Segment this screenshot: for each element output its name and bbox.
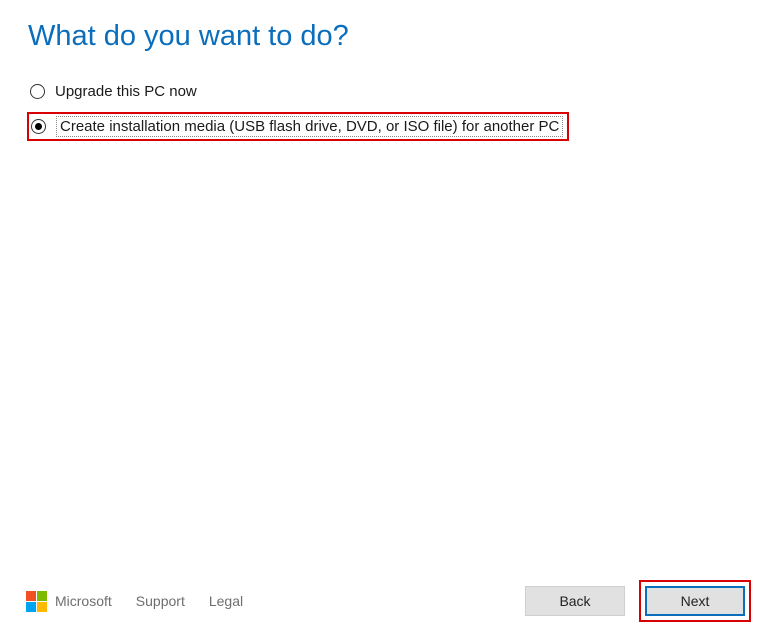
highlight-box: Next	[639, 580, 751, 622]
next-button[interactable]: Next	[645, 586, 745, 616]
option-upgrade[interactable]: Upgrade this PC now	[30, 77, 747, 106]
options-group: Upgrade this PC now Create installation …	[0, 77, 777, 147]
support-link[interactable]: Support	[136, 593, 185, 609]
highlight-box: Create installation media (USB flash dri…	[27, 112, 569, 141]
page-title: What do you want to do?	[0, 0, 777, 77]
radio-icon	[30, 84, 45, 99]
microsoft-logo-icon	[26, 591, 47, 612]
footer-bar: Microsoft Support Legal Back Next	[0, 580, 777, 622]
radio-selected-dot	[35, 123, 42, 130]
option-label: Create installation media (USB flash dri…	[56, 116, 563, 137]
brand-label: Microsoft	[55, 593, 112, 609]
radio-icon	[31, 119, 46, 134]
back-button[interactable]: Back	[525, 586, 625, 616]
option-create-media[interactable]: Create installation media (USB flash dri…	[30, 106, 747, 147]
legal-link[interactable]: Legal	[209, 593, 243, 609]
option-label: Upgrade this PC now	[55, 83, 197, 100]
